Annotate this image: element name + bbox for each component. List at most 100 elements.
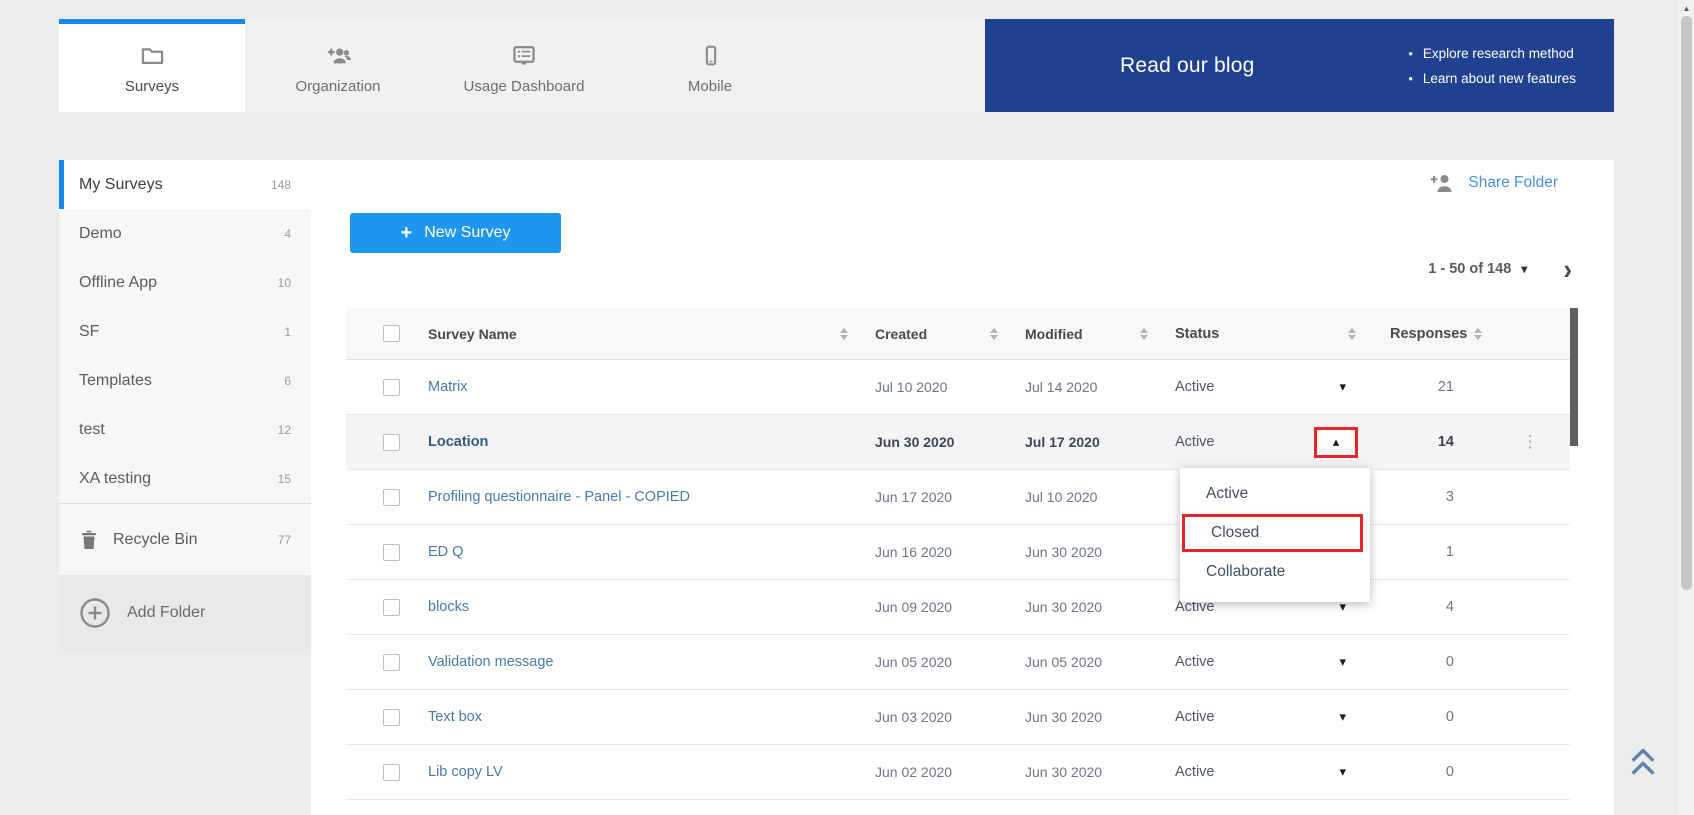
sort-icon[interactable] bbox=[840, 328, 848, 340]
survey-name-link[interactable]: blocks bbox=[428, 599, 469, 615]
modified-date: Jun 30 2020 bbox=[1010, 544, 1160, 560]
pagination: 1 - 50 of 148 ▾ › bbox=[1428, 256, 1572, 282]
created-date: Jun 02 2020 bbox=[860, 764, 1010, 780]
status-caret-icon[interactable]: ▾ bbox=[1339, 379, 1346, 395]
kebab-menu-icon[interactable]: ⋮ bbox=[1522, 434, 1539, 449]
row-checkbox[interactable] bbox=[383, 544, 400, 561]
sidebar-item-test[interactable]: test 12 bbox=[59, 405, 311, 454]
scroll-up-button[interactable]: ▲ bbox=[1679, 0, 1694, 16]
tab-usage-dashboard[interactable]: Usage Dashboard bbox=[431, 19, 617, 112]
status-value: Active bbox=[1175, 654, 1215, 670]
tab-label: Mobile bbox=[688, 78, 732, 95]
status-caret-icon[interactable]: ▾ bbox=[1339, 654, 1346, 670]
status-value: Active bbox=[1175, 434, 1215, 450]
header-modified: Modified bbox=[1025, 326, 1083, 342]
sort-icon[interactable] bbox=[1140, 328, 1148, 340]
double-chevron-up-icon bbox=[1625, 745, 1661, 779]
sort-icon[interactable] bbox=[1348, 328, 1356, 340]
survey-name-link[interactable]: Profiling questionnaire - Panel - COPIED bbox=[428, 489, 690, 505]
next-page-button[interactable]: › bbox=[1563, 255, 1572, 284]
created-date: Jun 16 2020 bbox=[860, 544, 1010, 560]
folder-list: My Surveys 148 Demo 4 Offline App 10 SF … bbox=[59, 160, 311, 503]
folder-count: 12 bbox=[278, 423, 291, 437]
browser-scrollbar[interactable]: ▲ bbox=[1679, 0, 1694, 815]
bullet-icon: • bbox=[1408, 66, 1413, 91]
sidebar-item-templates[interactable]: Templates 6 bbox=[59, 356, 311, 405]
blog-banner[interactable]: Read our blog • Explore research method … bbox=[985, 19, 1614, 112]
tab-surveys[interactable]: Surveys bbox=[59, 19, 245, 112]
folder-count: 15 bbox=[278, 472, 291, 486]
status-value: Active bbox=[1175, 379, 1215, 395]
table-scrollbar-thumb[interactable] bbox=[1570, 308, 1578, 446]
status-caret-open-icon[interactable]: ▴ bbox=[1333, 434, 1340, 450]
row-checkbox[interactable] bbox=[383, 654, 400, 671]
row-checkbox[interactable] bbox=[383, 489, 400, 506]
menu-item-collaborate[interactable]: Collaborate bbox=[1180, 552, 1370, 592]
row-checkbox[interactable] bbox=[383, 599, 400, 616]
tab-label: Organization bbox=[295, 78, 380, 95]
responses-count: 0 bbox=[1360, 654, 1490, 670]
created-date: Jun 03 2020 bbox=[860, 709, 1010, 725]
row-checkbox[interactable] bbox=[383, 764, 400, 781]
trash-icon bbox=[79, 529, 99, 551]
sidebar-item-sf[interactable]: SF 1 bbox=[59, 307, 311, 356]
responses-count: 3 bbox=[1360, 489, 1490, 505]
sidebar-item-offline-app[interactable]: Offline App 10 bbox=[59, 258, 311, 307]
modified-date: Jul 17 2020 bbox=[1010, 434, 1160, 450]
survey-name-link[interactable]: Text box bbox=[428, 709, 482, 725]
folder-sidebar: My Surveys 148 Demo 4 Offline App 10 SF … bbox=[59, 160, 311, 650]
responses-count: 1 bbox=[1360, 544, 1490, 560]
pagination-range-label: 1 - 50 of 148 bbox=[1428, 261, 1511, 277]
tab-organization[interactable]: Organization bbox=[245, 19, 431, 112]
pagination-range-dropdown[interactable]: 1 - 50 of 148 ▾ bbox=[1428, 261, 1527, 277]
survey-name-link[interactable]: Lib copy LV bbox=[428, 764, 503, 780]
sort-icon[interactable] bbox=[1474, 328, 1482, 340]
tab-mobile[interactable]: Mobile bbox=[617, 19, 803, 112]
menu-item-closed[interactable]: Closed bbox=[1185, 517, 1360, 549]
sort-icon[interactable] bbox=[990, 328, 998, 340]
table-row: blocks Jun 09 2020 Jun 30 2020 Active ▾ … bbox=[346, 580, 1570, 635]
mobile-icon bbox=[698, 42, 723, 69]
created-date: Jun 05 2020 bbox=[860, 654, 1010, 670]
back-to-top-button[interactable] bbox=[1625, 745, 1661, 784]
sidebar-item-my-surveys[interactable]: My Surveys 148 bbox=[59, 160, 311, 209]
menu-item-active[interactable]: Active bbox=[1180, 474, 1370, 514]
created-date: Jun 09 2020 bbox=[860, 599, 1010, 615]
table-row: Lib copy LV Jun 02 2020 Jun 30 2020 Acti… bbox=[346, 745, 1570, 800]
share-folder-button[interactable]: Share Folder bbox=[1428, 172, 1558, 194]
surveys-table: Survey Name Created Modified Status Resp… bbox=[346, 308, 1570, 800]
new-survey-button[interactable]: + New Survey bbox=[350, 213, 561, 253]
status-dropdown-menu: Active Closed Collaborate bbox=[1180, 468, 1370, 602]
survey-name-link[interactable]: ED Q bbox=[428, 544, 463, 560]
bullet-icon: • bbox=[1408, 41, 1413, 66]
share-folder-label: Share Folder bbox=[1468, 174, 1558, 192]
tab-label: Usage Dashboard bbox=[464, 78, 585, 95]
modified-date: Jun 30 2020 bbox=[1010, 709, 1160, 725]
scrollbar-thumb[interactable] bbox=[1681, 16, 1692, 590]
status-caret-icon[interactable]: ▾ bbox=[1339, 764, 1346, 780]
row-checkbox[interactable] bbox=[383, 434, 400, 451]
row-checkbox[interactable] bbox=[383, 379, 400, 396]
header-responses: Responses bbox=[1390, 326, 1467, 342]
sidebar-item-xa-testing[interactable]: XA testing 15 bbox=[59, 454, 311, 503]
banner-bullet-text: Explore research method bbox=[1423, 41, 1574, 66]
folder-count: 1 bbox=[284, 325, 291, 339]
select-all-checkbox[interactable] bbox=[383, 325, 400, 342]
table-row: Profiling questionnaire - Panel - COPIED… bbox=[346, 470, 1570, 525]
header-created: Created bbox=[875, 326, 927, 342]
responses-count: 21 bbox=[1360, 379, 1490, 395]
add-folder-button[interactable]: Add Folder bbox=[59, 575, 311, 650]
table-row: ED Q Jun 16 2020 Jun 30 2020 1 bbox=[346, 525, 1570, 580]
table-row: Validation message Jun 05 2020 Jun 05 20… bbox=[346, 635, 1570, 690]
survey-name-link[interactable]: Validation message bbox=[428, 654, 553, 670]
sidebar-item-recycle-bin[interactable]: Recycle Bin 77 bbox=[59, 503, 311, 575]
folder-icon bbox=[139, 42, 166, 69]
table-row: Text box Jun 03 2020 Jun 30 2020 Active … bbox=[346, 690, 1570, 745]
survey-name-link[interactable]: Location bbox=[428, 434, 488, 450]
sidebar-item-demo[interactable]: Demo 4 bbox=[59, 209, 311, 258]
survey-name-link[interactable]: Matrix bbox=[428, 379, 467, 395]
created-date: Jul 10 2020 bbox=[860, 379, 1010, 395]
row-checkbox[interactable] bbox=[383, 709, 400, 726]
modified-date: Jul 14 2020 bbox=[1010, 379, 1160, 395]
status-caret-icon[interactable]: ▾ bbox=[1339, 709, 1346, 725]
